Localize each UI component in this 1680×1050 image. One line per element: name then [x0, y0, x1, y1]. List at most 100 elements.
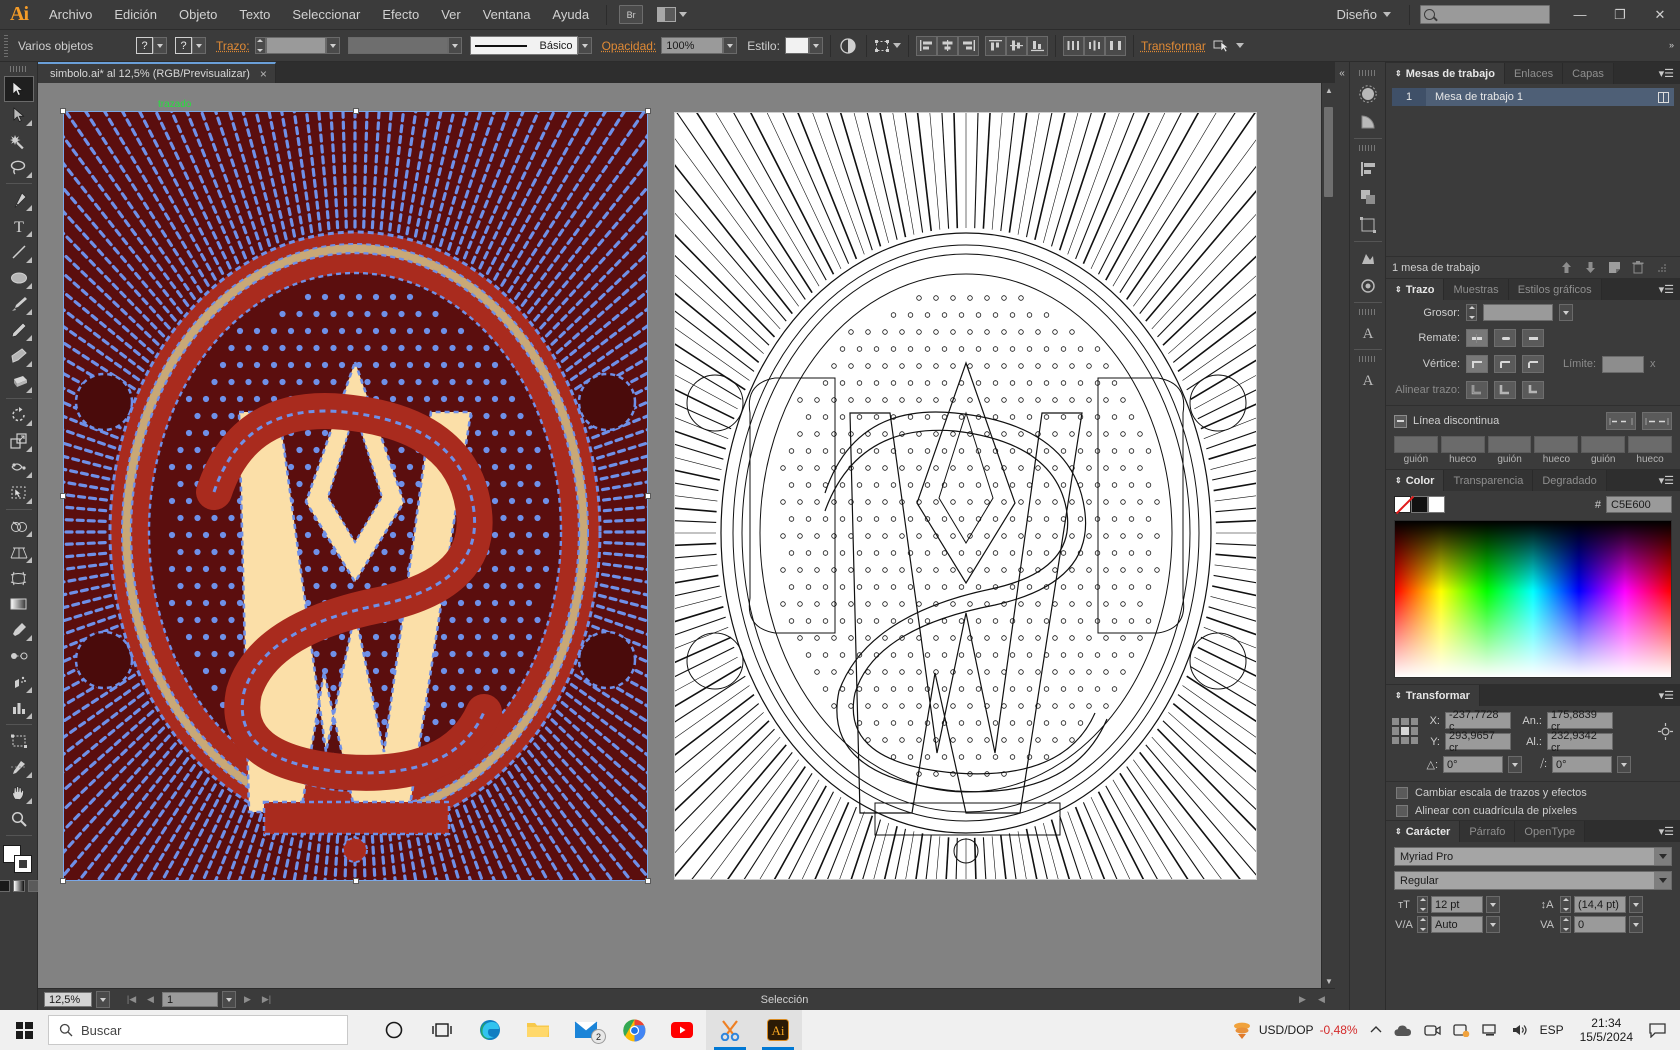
tracking-dropdown[interactable]	[1629, 916, 1643, 933]
camera-icon[interactable]	[1418, 1023, 1447, 1037]
kerning-stepper[interactable]	[1417, 916, 1428, 933]
artboard-number-input[interactable]: 1	[162, 992, 218, 1007]
icon-dock-gripper[interactable]	[1358, 309, 1377, 315]
vertical-scroll-thumb[interactable]	[1324, 107, 1333, 197]
type-tool[interactable]: T	[4, 213, 34, 239]
tab-parrafo[interactable]: Párrafo	[1460, 821, 1516, 842]
reference-point-selector[interactable]	[1392, 718, 1418, 744]
delete-artboard-icon[interactable]	[1626, 258, 1650, 278]
chevron-down-icon[interactable]	[1654, 848, 1671, 865]
column-graph-tool[interactable]	[4, 695, 34, 721]
document-tab[interactable]: simbolo.ai* al 12,5% (RGB/Previsualizar)…	[38, 62, 276, 83]
stroke-weight-dropdown[interactable]	[1559, 304, 1573, 321]
tracking-control[interactable]: VA 0	[1537, 916, 1672, 933]
stroke-weight-label[interactable]: Trazo:	[216, 39, 250, 53]
gradient-tool[interactable]	[4, 591, 34, 617]
chevron-down-icon[interactable]	[1654, 872, 1671, 889]
move-down-icon[interactable]	[1578, 258, 1602, 278]
move-up-icon[interactable]	[1554, 258, 1578, 278]
taskbar-search-input[interactable]: Buscar	[48, 1015, 348, 1045]
selection-handle[interactable]	[353, 878, 359, 884]
scale-tool[interactable]	[4, 428, 34, 454]
dashed-line-checkbox[interactable]	[1394, 414, 1407, 428]
tab-capas[interactable]: Capas	[1563, 63, 1614, 84]
artboard-list-empty-area[interactable]	[1386, 106, 1680, 256]
magic-wand-tool[interactable]	[4, 128, 34, 154]
minimize-button[interactable]: —	[1560, 1, 1600, 29]
shear-dropdown[interactable]	[1617, 756, 1631, 773]
menu-seleccionar[interactable]: Seleccionar	[281, 0, 371, 30]
new-artboard-icon[interactable]	[1602, 258, 1626, 278]
chevron-down-icon[interactable]	[1235, 43, 1244, 48]
font-style-select[interactable]: Regular	[1394, 871, 1672, 890]
tab-transformar[interactable]: ⇕ Transformar	[1386, 685, 1480, 706]
zoom-level-input[interactable]: 12,5%	[44, 992, 92, 1007]
fill-stroke-controls[interactable]	[2, 845, 35, 875]
direct-selection-tool[interactable]	[4, 102, 34, 128]
opacity-dropdown[interactable]	[723, 37, 738, 54]
close-icon[interactable]: ×	[260, 67, 267, 81]
perspective-grid-tool[interactable]	[4, 539, 34, 565]
distribute-left-button[interactable]	[1062, 35, 1084, 56]
network-icon[interactable]	[1476, 1023, 1505, 1037]
align-center-v-button[interactable]	[1005, 35, 1027, 56]
kerning-control[interactable]: V/A Auto	[1394, 916, 1529, 933]
canvas-area[interactable]: trazado ▲ ▼	[38, 83, 1335, 1010]
panel-resize-grip[interactable]	[1650, 258, 1674, 278]
hex-input[interactable]: C5E600	[1606, 496, 1672, 513]
edge-icon[interactable]	[466, 1010, 514, 1050]
selection-tool[interactable]	[3, 76, 34, 102]
height-input[interactable]: 232,9342 cr	[1547, 730, 1613, 754]
currency-ticker[interactable]: USD/DOP -0,48%	[1225, 1020, 1364, 1040]
color-spectrum[interactable]	[1394, 520, 1672, 678]
font-size-control[interactable]: ᴛT 12 pt	[1394, 896, 1529, 913]
icon-dock-gripper[interactable]	[1358, 145, 1377, 151]
butt-cap-button[interactable]	[1466, 329, 1488, 347]
symbol-sprayer-tool[interactable]	[4, 669, 34, 695]
leading-dropdown[interactable]	[1629, 896, 1643, 913]
panel-menu-icon[interactable]: ▾☰	[1653, 821, 1680, 842]
align-left-button[interactable]	[915, 35, 937, 56]
slice-tool[interactable]	[4, 754, 34, 780]
onedrive-icon[interactable]	[1388, 1024, 1418, 1037]
brushes-panel-icon[interactable]	[1353, 80, 1383, 108]
round-cap-button[interactable]	[1494, 329, 1516, 347]
cortana-icon[interactable]	[370, 1010, 418, 1050]
distribute-center-button[interactable]	[1083, 35, 1105, 56]
align-stroke-center-button[interactable]	[1466, 381, 1488, 399]
leading-stepper[interactable]	[1560, 896, 1571, 913]
gap-input-2[interactable]	[1534, 436, 1579, 453]
stroke-weight-dropdown[interactable]	[325, 37, 340, 54]
pencil-tool[interactable]	[4, 317, 34, 343]
scroll-up-icon[interactable]: ▲	[1322, 83, 1335, 97]
ref-point[interactable]	[1392, 736, 1400, 744]
ref-point[interactable]	[1401, 736, 1409, 744]
artboard-name[interactable]: Mesa de trabajo 1	[1426, 91, 1652, 103]
arrange-documents-button[interactable]	[657, 7, 688, 22]
x-input[interactable]: -237,7728 c	[1445, 709, 1511, 733]
font-size-input[interactable]: 12 pt	[1431, 896, 1483, 913]
graphic-style-swatch[interactable]	[784, 37, 809, 54]
show-hidden-icons-button[interactable]	[1364, 1024, 1388, 1036]
status-indicator-text[interactable]: Selección	[278, 994, 1291, 1006]
artboard-number-dropdown[interactable]	[222, 991, 236, 1008]
line-segment-tool[interactable]	[4, 239, 34, 265]
control-bar-gripper[interactable]	[4, 34, 12, 57]
transform-panel-icon[interactable]	[1353, 211, 1383, 239]
free-transform-tool[interactable]	[4, 480, 34, 506]
ref-point[interactable]	[1401, 718, 1409, 726]
blob-brush-tool[interactable]	[4, 343, 34, 369]
artboard-options-button[interactable]	[874, 39, 901, 53]
workspace-switcher[interactable]: Diseño	[1325, 7, 1403, 22]
paragraph-styles-panel-icon[interactable]: A	[1353, 366, 1383, 394]
tracking-input[interactable]: 0	[1574, 916, 1626, 933]
fill-swatch[interactable]: ?	[136, 37, 153, 54]
artwork-monogram-outline[interactable]	[674, 112, 1257, 880]
dash-preserve-exact-button[interactable]	[1606, 412, 1636, 430]
next-artboard-button[interactable]: ▶	[240, 992, 255, 1007]
illustrator-icon[interactable]: Ai	[754, 1010, 802, 1050]
tab-degradado[interactable]: Degradado	[1533, 470, 1607, 491]
opacity-input[interactable]: 100%	[661, 37, 724, 54]
artboard-options-icon[interactable]	[1652, 91, 1674, 103]
gradient-button[interactable]	[12, 880, 25, 892]
